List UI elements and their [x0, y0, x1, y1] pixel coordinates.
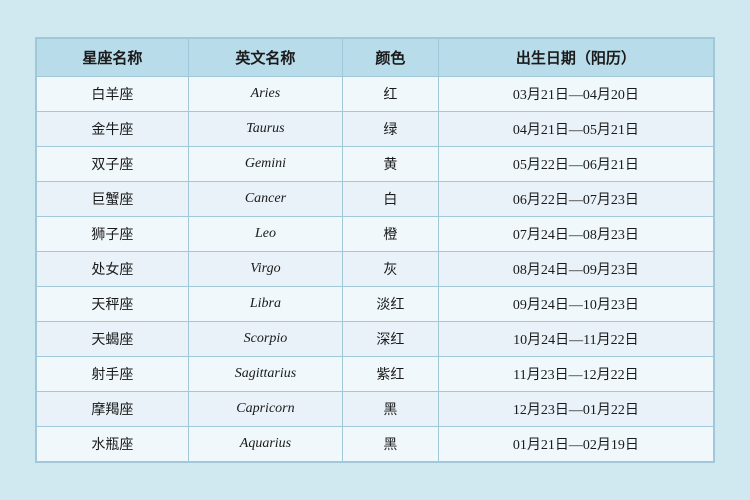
table-row: 摩羯座Capricorn黑12月23日—01月22日 [37, 392, 714, 427]
cell-color: 橙 [343, 217, 439, 252]
table-row: 天秤座Libra淡红09月24日—10月23日 [37, 287, 714, 322]
cell-english: Cancer [188, 182, 342, 217]
table-row: 天蝎座Scorpio深红10月24日—11月22日 [37, 322, 714, 357]
cell-dates: 03月21日—04月20日 [438, 77, 713, 112]
cell-color: 绿 [343, 112, 439, 147]
cell-dates: 07月24日—08月23日 [438, 217, 713, 252]
cell-color: 黄 [343, 147, 439, 182]
table-row: 处女座Virgo灰08月24日—09月23日 [37, 252, 714, 287]
cell-dates: 10月24日—11月22日 [438, 322, 713, 357]
cell-english: Aquarius [188, 427, 342, 462]
cell-color: 白 [343, 182, 439, 217]
table-row: 金牛座Taurus绿04月21日—05月21日 [37, 112, 714, 147]
cell-dates: 12月23日—01月22日 [438, 392, 713, 427]
table-row: 双子座Gemini黄05月22日—06月21日 [37, 147, 714, 182]
cell-chinese: 摩羯座 [37, 392, 189, 427]
table-row: 狮子座Leo橙07月24日—08月23日 [37, 217, 714, 252]
table-header-row: 星座名称 英文名称 颜色 出生日期（阳历） [37, 39, 714, 77]
cell-color: 红 [343, 77, 439, 112]
zodiac-table-container: 星座名称 英文名称 颜色 出生日期（阳历） 白羊座Aries红03月21日—04… [35, 37, 715, 463]
cell-english: Aries [188, 77, 342, 112]
cell-english: Gemini [188, 147, 342, 182]
table-row: 水瓶座Aquarius黑01月21日—02月19日 [37, 427, 714, 462]
col-header-dates: 出生日期（阳历） [438, 39, 713, 77]
cell-color: 黑 [343, 392, 439, 427]
cell-dates: 01月21日—02月19日 [438, 427, 713, 462]
cell-chinese: 双子座 [37, 147, 189, 182]
table-row: 射手座Sagittarius紫红11月23日—12月22日 [37, 357, 714, 392]
cell-chinese: 巨蟹座 [37, 182, 189, 217]
cell-english: Sagittarius [188, 357, 342, 392]
cell-english: Capricorn [188, 392, 342, 427]
table-row: 白羊座Aries红03月21日—04月20日 [37, 77, 714, 112]
cell-color: 灰 [343, 252, 439, 287]
col-header-english: 英文名称 [188, 39, 342, 77]
table-body: 白羊座Aries红03月21日—04月20日金牛座Taurus绿04月21日—0… [37, 77, 714, 462]
col-header-chinese: 星座名称 [37, 39, 189, 77]
cell-chinese: 天蝎座 [37, 322, 189, 357]
cell-chinese: 白羊座 [37, 77, 189, 112]
col-header-color: 颜色 [343, 39, 439, 77]
cell-color: 深红 [343, 322, 439, 357]
cell-english: Libra [188, 287, 342, 322]
cell-chinese: 金牛座 [37, 112, 189, 147]
cell-english: Virgo [188, 252, 342, 287]
cell-english: Scorpio [188, 322, 342, 357]
cell-dates: 04月21日—05月21日 [438, 112, 713, 147]
cell-color: 紫红 [343, 357, 439, 392]
cell-dates: 11月23日—12月22日 [438, 357, 713, 392]
cell-dates: 09月24日—10月23日 [438, 287, 713, 322]
cell-color: 黑 [343, 427, 439, 462]
cell-dates: 06月22日—07月23日 [438, 182, 713, 217]
zodiac-table: 星座名称 英文名称 颜色 出生日期（阳历） 白羊座Aries红03月21日—04… [36, 38, 714, 462]
cell-dates: 05月22日—06月21日 [438, 147, 713, 182]
cell-color: 淡红 [343, 287, 439, 322]
table-row: 巨蟹座Cancer白06月22日—07月23日 [37, 182, 714, 217]
cell-chinese: 天秤座 [37, 287, 189, 322]
cell-english: Leo [188, 217, 342, 252]
cell-chinese: 狮子座 [37, 217, 189, 252]
cell-dates: 08月24日—09月23日 [438, 252, 713, 287]
cell-chinese: 处女座 [37, 252, 189, 287]
cell-chinese: 水瓶座 [37, 427, 189, 462]
cell-chinese: 射手座 [37, 357, 189, 392]
cell-english: Taurus [188, 112, 342, 147]
